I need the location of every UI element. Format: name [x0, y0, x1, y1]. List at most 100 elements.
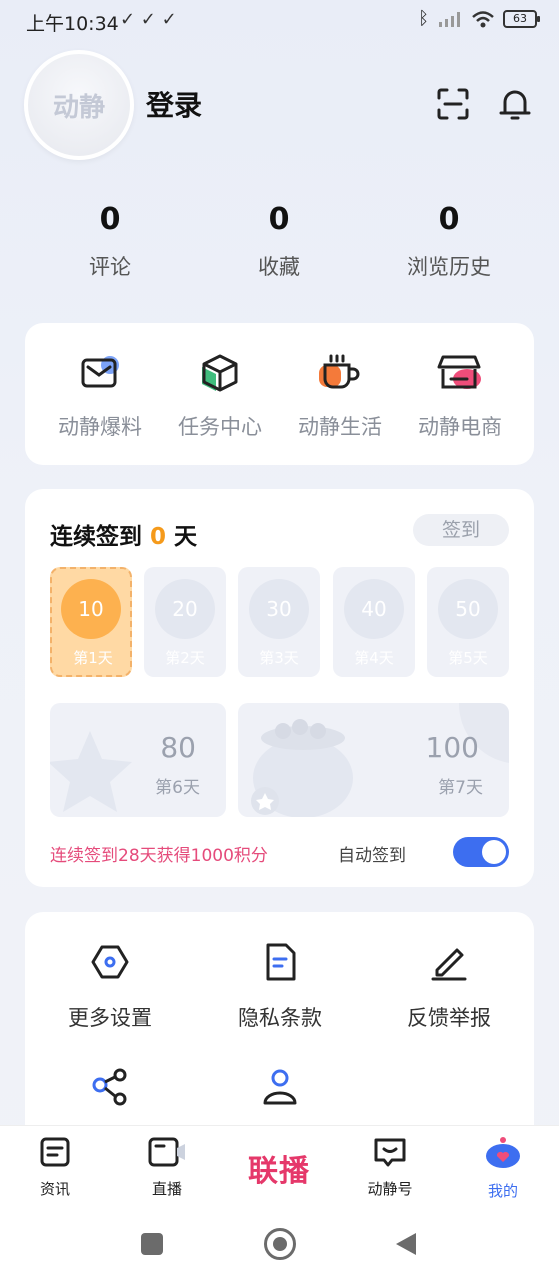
signin-day-3: 30 第3天: [238, 567, 320, 677]
quick-link-label: 动静电商: [418, 415, 502, 439]
status-time: 上午10:34: [26, 13, 119, 35]
tab-lianbo[interactable]: 联播: [219, 1146, 339, 1190]
tab-label: 我的: [487, 1182, 518, 1200]
day-label: 第1天: [73, 649, 113, 667]
status-notification-icons: ✓ ✓ ✓: [120, 9, 177, 30]
day-points: 20: [155, 579, 215, 639]
stat-label: 评论: [89, 255, 131, 279]
day-points: 100: [425, 731, 479, 764]
share-icon: [92, 1068, 127, 1106]
quick-link-tasks[interactable]: 任务中心: [160, 353, 280, 441]
tab-label: 直播: [151, 1180, 182, 1198]
hexagon-settings-icon: [91, 945, 129, 979]
day-label: 第6天: [155, 778, 200, 798]
pen-icon: [431, 948, 467, 981]
dongjing-hao-icon: [374, 1138, 406, 1167]
back-button[interactable]: [394, 1231, 418, 1257]
stat-comments[interactable]: 0 评论: [50, 202, 170, 281]
settings-item-more[interactable]: 更多设置: [25, 942, 195, 1032]
signin-card: 连续签到 0 天 签到 10 第1天 20 第2天 30 第3天 40 第4天 …: [25, 489, 534, 887]
signin-day-7: 100 第7天: [238, 703, 509, 817]
user-icon: [263, 1069, 297, 1105]
quick-links-card: 动静爆料 任务中心 动静生活 动静电商: [25, 323, 534, 465]
day-points: 30: [249, 579, 309, 639]
quick-link-shop[interactable]: 动静电商: [400, 353, 520, 441]
document-icon: [266, 943, 296, 981]
day-points: 80: [160, 731, 196, 764]
recent-apps-button[interactable]: [141, 1233, 163, 1255]
settings-label: 更多设置: [68, 1006, 152, 1030]
settings-item-account[interactable]: [195, 1067, 365, 1127]
quick-link-label: 任务中心: [178, 415, 262, 439]
tab-dongjing-hao[interactable]: 动静号: [345, 1136, 435, 1199]
signin-day-5: 50 第5天: [427, 567, 509, 677]
tab-mine[interactable]: 我的: [458, 1136, 548, 1201]
live-icon: [148, 1137, 185, 1167]
auto-signin-toggle[interactable]: [453, 837, 509, 867]
day-points: 10: [61, 579, 121, 639]
star-icon: [50, 731, 132, 812]
avatar-text: 动静: [52, 92, 105, 123]
settings-item-feedback[interactable]: 反馈举报: [364, 942, 534, 1032]
settings-card: 更多设置 隐私条款 反馈举报: [25, 912, 534, 1152]
store-icon: [437, 355, 481, 389]
home-button-dot: [273, 1237, 287, 1251]
stat-history[interactable]: 0 浏览历史: [389, 202, 509, 281]
quick-link-life[interactable]: 动静生活: [280, 353, 400, 441]
day-label: 第4天: [354, 649, 394, 667]
signin-title-prefix: 连续签到: [50, 524, 142, 550]
mine-icon: [486, 1137, 520, 1168]
signin-day-2: 20 第2天: [144, 567, 226, 677]
signin-streak: 0: [150, 524, 167, 550]
avatar[interactable]: 动静: [24, 50, 134, 160]
mail-icon: [81, 356, 119, 388]
stat-value: 0: [438, 202, 460, 237]
day-label: 第7天: [438, 778, 483, 798]
lianbo-logo: 联播: [248, 1154, 310, 1189]
auto-signin-label: 自动签到: [338, 846, 406, 866]
signin-day-4: 40 第4天: [333, 567, 415, 677]
day-points: 40: [344, 579, 404, 639]
wifi-icon: [472, 10, 494, 27]
day-label: 第5天: [448, 649, 488, 667]
signin-title: 连续签到 0 天: [50, 517, 197, 551]
bottom-tab-bar: 资讯 直播 联播 动静号 我的: [0, 1125, 559, 1215]
tab-live[interactable]: 直播: [122, 1136, 212, 1199]
stat-label: 浏览历史: [407, 255, 491, 279]
quick-link-label: 动静生活: [298, 415, 382, 439]
quick-link-label: 动静爆料: [58, 415, 142, 439]
settings-label: 反馈举报: [407, 1006, 491, 1030]
scan-icon[interactable]: [435, 86, 471, 122]
quick-link-baoliao[interactable]: 动静爆料: [40, 353, 160, 441]
signin-promo: 连续签到28天获得1000积分: [50, 846, 268, 866]
stat-label: 收藏: [258, 255, 300, 279]
day-points: 50: [438, 579, 498, 639]
signin-title-suffix: 天: [174, 524, 198, 550]
signin-day-1: 10 第1天: [50, 567, 132, 677]
day-label: 第3天: [259, 649, 299, 667]
settings-item-share[interactable]: [25, 1067, 195, 1127]
login-link[interactable]: 登录: [146, 84, 202, 124]
settings-label: 隐私条款: [238, 1006, 322, 1030]
bluetooth-icon: ᛒ: [418, 8, 429, 29]
battery-icon: 63: [503, 9, 540, 28]
signin-button[interactable]: 签到: [413, 514, 509, 546]
tab-label: 动静号: [367, 1180, 413, 1198]
stat-favorites[interactable]: 0 收藏: [219, 202, 339, 281]
box-icon: [202, 354, 238, 392]
news-icon: [40, 1137, 70, 1167]
bell-icon[interactable]: [497, 86, 533, 122]
status-bar: 上午10:34 ✓ ✓ ✓ ᛒ 63: [0, 0, 559, 42]
system-nav-bar: [0, 1215, 559, 1280]
cup-icon: [319, 354, 360, 389]
stat-value: 0: [268, 202, 290, 237]
signin-day-6: 80 第6天: [50, 703, 226, 817]
status-right: ᛒ 63: [418, 8, 540, 29]
treasure-pot-icon: [251, 719, 353, 817]
stat-value: 0: [99, 202, 121, 237]
home-button[interactable]: [264, 1228, 296, 1260]
tab-news[interactable]: 资讯: [10, 1136, 100, 1199]
tab-label: 资讯: [39, 1180, 70, 1198]
settings-item-privacy[interactable]: 隐私条款: [195, 942, 365, 1032]
signal-icon: [439, 11, 460, 27]
